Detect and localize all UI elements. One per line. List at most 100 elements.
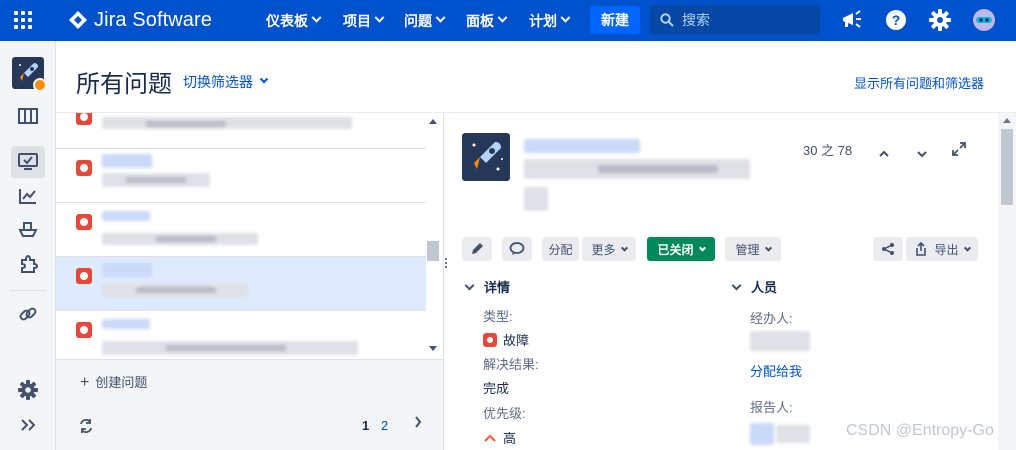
issue-summary-redacted — [156, 236, 216, 242]
people-section-toggle[interactable]: 人员 — [731, 277, 777, 296]
chevron-down-icon — [464, 282, 474, 292]
reporter-avatar-redacted — [750, 423, 774, 445]
project-type-badge — [33, 78, 47, 92]
list-item[interactable] — [56, 311, 426, 359]
chevron-down-icon — [560, 12, 571, 23]
project-avatar-large — [462, 133, 510, 181]
scrollbar-thumb[interactable] — [1001, 129, 1013, 205]
jira-logo-icon — [69, 11, 87, 29]
jira-logo[interactable]: Jira Software — [68, 8, 212, 32]
people-section-title: 人员 — [751, 280, 778, 295]
chevron-down-icon — [259, 74, 269, 84]
edit-button[interactable] — [462, 237, 492, 261]
menu-plans-label: 计划 — [529, 12, 557, 29]
admin-button[interactable]: 管理 — [725, 237, 781, 261]
list-item-selected[interactable] — [56, 257, 426, 311]
scroll-up-icon[interactable] — [1003, 118, 1011, 123]
comment-button[interactable] — [502, 237, 532, 261]
type-label: 类型: — [483, 309, 513, 324]
expand-sidebar-icon[interactable] — [16, 413, 40, 437]
list-item[interactable] — [56, 113, 426, 149]
show-all-issues-link[interactable]: 显示所有问题和筛选器 — [854, 73, 984, 92]
scrollbar-thumb[interactable] — [427, 241, 439, 261]
issue-key-redacted — [102, 319, 150, 329]
page-2-link[interactable]: 2 — [381, 418, 388, 433]
resolution-value: 完成 — [483, 381, 510, 396]
user-avatar[interactable] — [972, 8, 996, 32]
priority-value: 高 — [483, 428, 516, 447]
link-icon[interactable] — [16, 302, 40, 326]
reporter-label: 报告人: — [750, 400, 793, 415]
share-icon — [882, 243, 894, 255]
issue-counter: 30 之 78 — [803, 143, 853, 158]
chevron-down-icon — [620, 244, 628, 252]
more-button[interactable]: 更多 — [582, 237, 636, 261]
assignee-label: 经办人: — [750, 311, 793, 326]
menu-plans[interactable]: 计划 — [529, 0, 571, 41]
create-issue-button[interactable]: + 创建问题 — [80, 372, 147, 392]
scroll-up-icon[interactable] — [429, 119, 437, 124]
scroll-down-icon[interactable] — [429, 346, 437, 351]
next-page-icon[interactable] — [414, 416, 422, 431]
switch-filter-label: 切换筛选器 — [183, 74, 253, 90]
menu-projects[interactable]: 项目 — [343, 0, 385, 41]
releases-icon[interactable] — [16, 217, 40, 241]
gear-icon[interactable] — [928, 8, 952, 32]
priority-high-icon — [484, 434, 496, 442]
expand-icon[interactable] — [951, 141, 967, 162]
components-icon[interactable] — [16, 252, 40, 276]
breadcrumb-redacted — [524, 139, 640, 153]
list-item[interactable] — [56, 203, 426, 257]
switch-filter-button[interactable]: 切换筛选器 — [183, 72, 269, 92]
issue-list — [56, 113, 441, 359]
issue-summary-redacted — [126, 177, 186, 183]
menu-dashboards[interactable]: 仪表板 — [266, 0, 322, 41]
menu-boards-label: 面板 — [466, 12, 494, 29]
chevron-down-icon — [698, 244, 706, 252]
previous-issue-icon[interactable] — [878, 145, 890, 163]
bug-icon — [76, 322, 92, 338]
bug-icon — [76, 160, 92, 176]
menu-boards[interactable]: 面板 — [466, 0, 508, 41]
next-issue-icon[interactable] — [916, 145, 928, 163]
details-section-toggle[interactable]: 详情 — [464, 277, 510, 296]
status-closed-button[interactable]: 已关闭 — [647, 237, 715, 261]
export-button[interactable]: 导出 — [906, 237, 978, 261]
share-button[interactable] — [873, 237, 903, 261]
comment-icon — [509, 242, 525, 255]
search-input[interactable] — [682, 12, 802, 28]
search-box[interactable] — [650, 5, 820, 35]
create-button[interactable]: 新建 — [590, 6, 640, 34]
chevron-down-icon — [731, 282, 741, 292]
list-item[interactable] — [56, 149, 426, 203]
chevron-down-icon — [374, 12, 385, 23]
page-1-link[interactable]: 1 — [362, 418, 369, 433]
issue-detail-panel: 30 之 78 分配 更多 已关闭 管理 导出 详情 类型: 故障 解决结果: … — [448, 113, 998, 450]
menu-issues[interactable]: 问题 — [404, 0, 446, 41]
app-switcher-icon[interactable] — [14, 11, 34, 31]
help-icon[interactable]: ? — [884, 8, 908, 32]
refresh-icon[interactable] — [78, 418, 94, 439]
issue-list-scrollbar[interactable] — [426, 113, 440, 359]
issues-icon[interactable] — [11, 146, 45, 178]
chevron-down-icon — [311, 12, 322, 23]
reporter-name-redacted — [776, 425, 810, 443]
assign-to-me-link[interactable]: 分配给我 — [750, 361, 802, 380]
bug-icon — [76, 214, 92, 230]
detail-scrollbar[interactable] — [998, 113, 1016, 450]
settings-icon[interactable] — [16, 378, 40, 402]
issue-key-redacted — [102, 263, 152, 277]
rocket-icon — [472, 142, 503, 171]
assign-button[interactable]: 分配 — [542, 237, 579, 261]
admin-label: 管理 — [735, 242, 760, 257]
details-section-title: 详情 — [484, 280, 511, 295]
panel-divider — [443, 113, 444, 450]
bug-icon — [76, 113, 92, 125]
pencil-icon — [472, 243, 483, 254]
issue-summary-redacted — [102, 117, 352, 129]
reports-icon[interactable] — [16, 184, 40, 208]
megaphone-icon[interactable] — [840, 8, 864, 32]
board-icon[interactable] — [16, 105, 40, 129]
issue-title-redacted — [524, 187, 548, 211]
issue-summary-redacted — [146, 121, 226, 127]
